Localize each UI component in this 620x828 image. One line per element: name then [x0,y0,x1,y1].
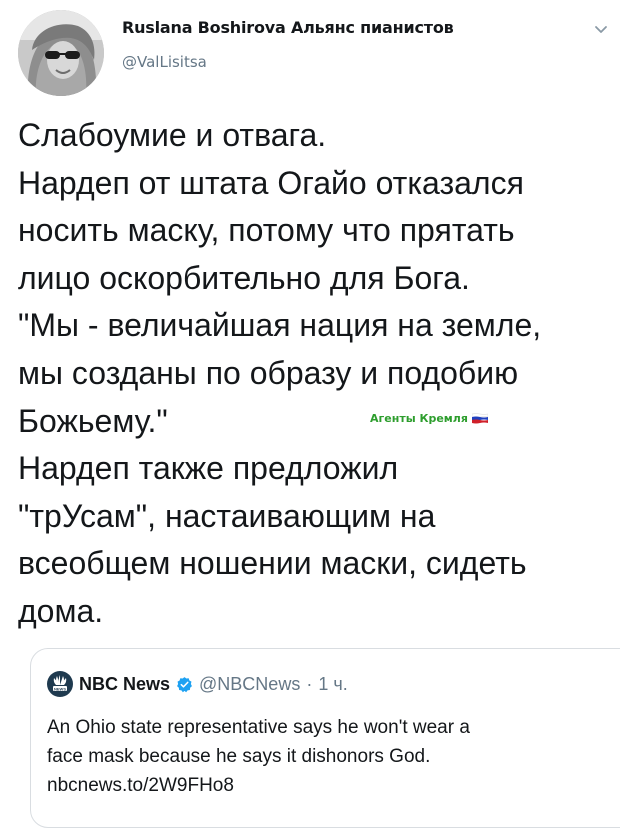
quoted-tweet-header: NEWS NBC News @NBCNews · 1 ч. [47,671,348,697]
quoted-line: An Ohio state representative says he won… [47,717,470,738]
tweet-line: "Мы - величайшая нация на земле, [18,307,542,344]
quoted-tweet-text: An Ohio state representative says he won… [47,713,617,800]
tweet-card: Ruslana Boshirova Альянс пианистов @ValL… [0,0,620,828]
watermark: Агенты Кремля [370,412,488,425]
tweet-line: носить маску, потому что прятать [18,212,515,249]
tweet-line: всеобщем ношении маски, сидеть [18,545,527,582]
quoted-tweet[interactable]: NEWS NBC News @NBCNews · 1 ч. An Ohio st… [30,648,620,828]
tweet-line: Нардеп от штата Огайо отказался [18,164,524,201]
author-handle[interactable]: @ValLisitsa [122,53,454,71]
tweet-line: "трУсам", настаивающим на [18,497,436,534]
russian-flag-icon [471,413,488,424]
tweet-line: Слабоумие и отвага. [18,117,327,153]
watermark-text: Агенты Кремля [370,412,468,425]
quoted-author-handle[interactable]: @NBCNews [199,674,300,695]
avatar-photo [18,10,104,96]
tweet-line: Божьему." [18,402,168,439]
tweet-line: Нардеп также предложил [18,450,399,487]
tweet-line: мы созданы по образу и подобию [18,354,519,391]
author-display-name[interactable]: Ruslana Boshirova Альянс пианистов [122,18,454,37]
quoted-author-name[interactable]: NBC News [79,674,170,695]
avatar[interactable] [18,10,104,96]
tweet-text: Слабоумие и отвага. Нардеп от штата Огай… [18,112,618,636]
quoted-line: face mask because he says it dishonors G… [47,746,431,767]
nbc-peacock-icon[interactable]: NEWS [47,671,73,697]
separator-dot: · [306,673,313,694]
tweet-line: лицо оскорбительно для Бога. [18,259,470,296]
verified-badge-icon [177,676,192,692]
tweet-line: дома. [18,592,104,629]
quoted-link[interactable]: nbcnews.to/2W9FHo8 [47,771,617,800]
tweet-header: Ruslana Boshirova Альянс пианистов @ValL… [18,10,608,96]
author-names: Ruslana Boshirova Альянс пианистов @ValL… [122,18,454,71]
svg-text:NEWS: NEWS [54,686,66,691]
chevron-down-icon[interactable] [594,22,608,36]
quoted-tweet-time[interactable]: 1 ч. [318,674,347,695]
